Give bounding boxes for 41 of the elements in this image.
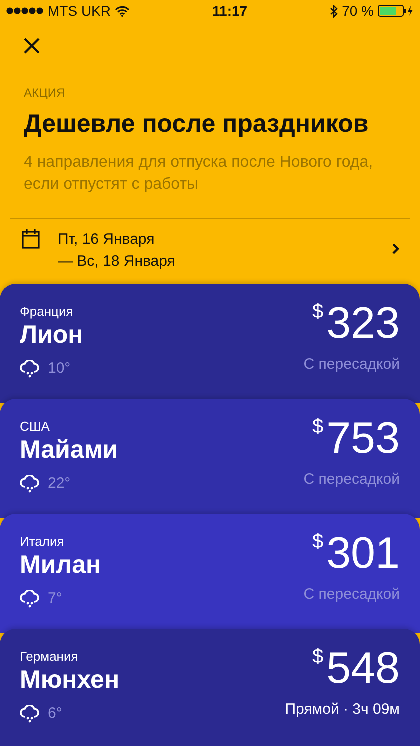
weather-icon (20, 590, 40, 608)
price: $301 (312, 532, 400, 576)
carrier-name: MTS UKR (48, 2, 111, 20)
status-time: 11:17 (212, 2, 248, 20)
calendar-icon (22, 228, 40, 248)
temperature: 6° (48, 704, 62, 724)
weather-icon (20, 360, 40, 378)
temperature: 7° (48, 588, 62, 609)
destination-card[interactable]: Италия Милан 7° $301 С пересадкой (0, 514, 420, 632)
route-info: С пересадкой (304, 584, 400, 604)
price: $323 (312, 302, 400, 346)
destination-card[interactable]: Франция Лион 10° $323 С пересадкой (0, 284, 420, 402)
city-name: Майами (20, 436, 118, 465)
battery-icon (378, 5, 414, 17)
weather-icon (20, 705, 40, 723)
route-info: Прямой · 3ч 09м (285, 700, 400, 720)
city-name: Лион (20, 321, 84, 350)
temperature: 10° (48, 358, 71, 379)
destination-card[interactable]: Германия Мюнхен 6° $548 Прямой · 3ч 09м (0, 628, 420, 746)
temperature: 22° (48, 474, 71, 494)
date-range-button[interactable]: Пт, 16 Января — Вс, 18 Января (0, 218, 420, 274)
country-name: Франция (20, 302, 74, 321)
weather-icon (20, 475, 40, 493)
price: $548 (312, 646, 400, 690)
country-name: Италия (20, 532, 66, 550)
route-info: С пересадкой (304, 354, 400, 374)
route-info: С пересадкой (304, 470, 400, 490)
price: $753 (312, 416, 400, 460)
promo-description: 4 направления для отпуска после Нового года, если отпустят с работы (24, 152, 374, 194)
wifi-icon (115, 6, 130, 16)
country-name: США (20, 418, 51, 436)
destination-card[interactable]: США Майами 22° $753 С пересадкой (0, 398, 420, 518)
promo-title: Дешевле после праздников (24, 109, 370, 140)
chevron-right-icon (392, 242, 400, 254)
bluetooth-icon (330, 4, 338, 18)
battery-percent: 70 % (342, 2, 374, 20)
promo-label: АКЦИЯ (24, 85, 66, 102)
city-name: Милан (20, 551, 102, 580)
country-name: Германия (20, 648, 80, 666)
city-name: Мюнхен (20, 666, 120, 695)
signal-icon (6, 7, 44, 15)
